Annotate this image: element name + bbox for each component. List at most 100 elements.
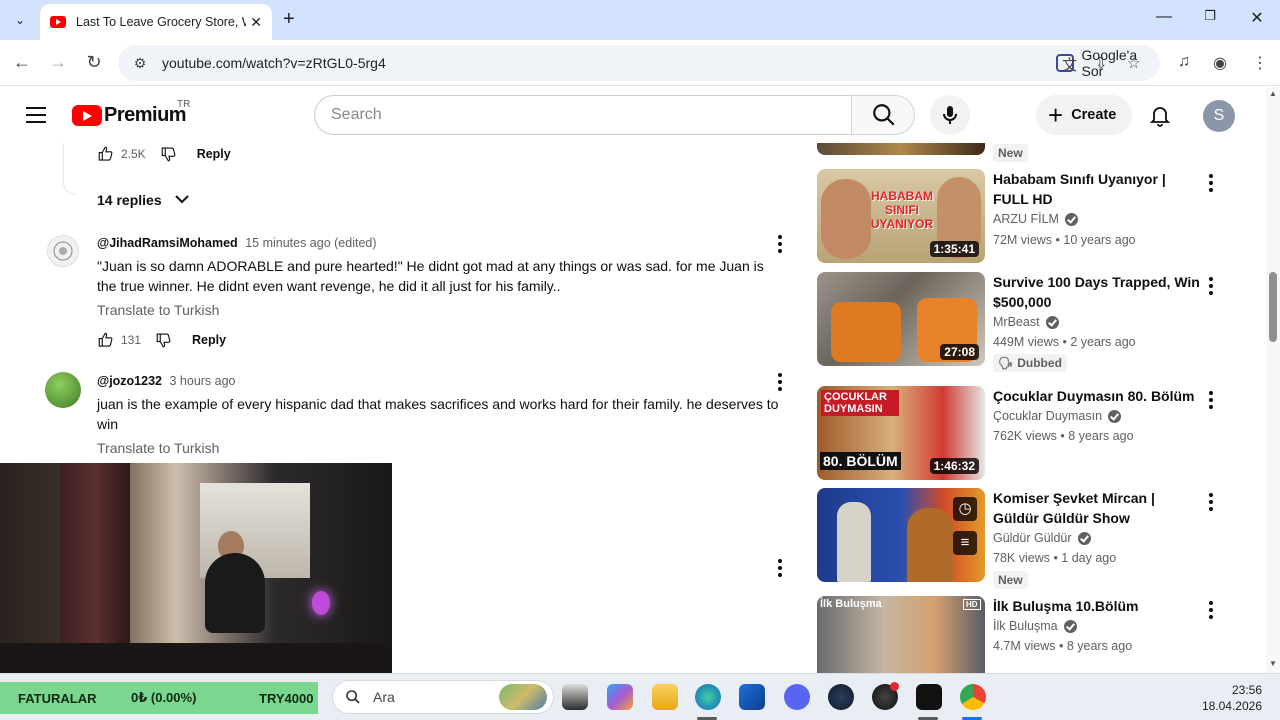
comment-more-icon[interactable]	[778, 235, 784, 256]
video-thumbnail[interactable]: ◷ ≡	[817, 488, 985, 582]
minimize-button[interactable]: —	[1152, 8, 1176, 32]
dubbed-label: Dubbed	[1017, 356, 1062, 370]
video-channel[interactable]: Çocuklar Duymasın	[993, 409, 1122, 423]
chrome-browser-icon[interactable]	[960, 684, 986, 710]
comment-author[interactable]: @JihadRamsiMohamed	[97, 236, 238, 250]
create-button[interactable]: + Create	[1036, 95, 1132, 135]
reply-button[interactable]: Reply	[197, 147, 231, 161]
file-explorer-icon[interactable]	[652, 684, 678, 710]
video-title[interactable]: Çocuklar Duymasın 80. Bölüm	[993, 386, 1203, 406]
view-replies-button[interactable]: 14 replies	[97, 192, 190, 208]
like-icon[interactable]	[97, 331, 115, 349]
taskbar-clock[interactable]: 23:56 18.04.2026	[1196, 682, 1262, 714]
comment-more-icon[interactable]	[778, 559, 784, 580]
verified-check-icon	[1108, 409, 1122, 423]
video-more-icon[interactable]	[1209, 391, 1215, 412]
video-more-icon[interactable]	[1209, 493, 1215, 514]
translate-link[interactable]: Translate to Turkish	[97, 440, 219, 456]
chevron-down-icon	[174, 193, 190, 207]
comment-more-icon[interactable]	[778, 373, 784, 394]
profile-icon[interactable]: ◉	[1213, 53, 1227, 73]
plus-icon: +	[1048, 100, 1064, 130]
search-button[interactable]	[851, 95, 915, 135]
browser-menu-icon[interactable]: ⋮	[1252, 53, 1268, 73]
comment-time[interactable]: 15 minutes ago (edited)	[245, 236, 376, 250]
video-more-icon[interactable]	[1209, 277, 1215, 298]
install-app-icon[interactable]: ⇩	[1095, 54, 1108, 72]
notifications-bell-icon[interactable]	[1148, 103, 1172, 127]
launcher-app-icon[interactable]	[916, 684, 942, 710]
browser-tab-active[interactable]: Last To Leave Grocery Store, Wi ✕	[40, 4, 272, 40]
account-avatar[interactable]: S	[1203, 100, 1235, 132]
video-meta: 78K views • 1 day ago	[993, 551, 1117, 565]
back-arrow-icon[interactable]: ←	[11, 52, 33, 73]
video-title[interactable]: Komiser Şevket Mircan | Güldür Güldür Sh…	[993, 488, 1203, 528]
m365-app-icon[interactable]	[607, 684, 633, 710]
scrollbar-thumb[interactable]	[1269, 272, 1277, 342]
stock-ticker-widget[interactable]: FATURALAR 0₺ (0.00%) TRY4000	[0, 682, 318, 714]
tab-close-icon[interactable]: ✕	[250, 14, 262, 31]
commenter-avatar[interactable]	[45, 372, 81, 408]
hamburger-menu-icon[interactable]	[26, 107, 46, 128]
thumb-title-text: HABABAM SINIFI UYANIYOR	[870, 189, 934, 231]
new-tab-button[interactable]: +	[283, 8, 295, 31]
bookmark-star-icon[interactable]: ☆	[1127, 54, 1140, 72]
video-title[interactable]: Hababam Sınıfı Uyanıyor | FULL HD	[993, 169, 1203, 209]
video-channel[interactable]: İlk Buluşma	[993, 619, 1077, 633]
video-thumbnail[interactable]	[817, 143, 985, 155]
site-info-icon[interactable]: ⚙	[126, 55, 154, 72]
translate-icon[interactable]: 文	[1062, 54, 1077, 75]
video-thumbnail[interactable]: 27:08	[817, 272, 985, 366]
search-input[interactable]: Search	[314, 95, 852, 135]
commenter-avatar[interactable]	[47, 235, 79, 267]
video-thumbnail[interactable]: ÇOCUKLAR DUYMASIN 80. BÖLÜM 1:46:32	[817, 386, 985, 480]
scroll-up-icon[interactable]: ▲	[1269, 89, 1277, 98]
search-icon	[873, 104, 895, 126]
voice-search-button[interactable]	[930, 95, 970, 135]
edge-browser-icon[interactable]	[695, 684, 721, 710]
video-more-icon[interactable]	[1209, 601, 1215, 622]
video-more-icon[interactable]	[1209, 174, 1215, 195]
like-icon[interactable]	[97, 145, 115, 163]
emblem-icon	[53, 241, 73, 261]
discord-icon[interactable]	[784, 684, 810, 710]
video-thumbnail[interactable]: HABABAM SINIFI UYANIYOR 1:35:41	[817, 169, 985, 263]
video-channel[interactable]: ARZU FİLM	[993, 212, 1078, 226]
dubbed-badge: 🗣 Dubbed	[993, 354, 1067, 372]
video-channel[interactable]: MrBeast	[993, 315, 1059, 329]
comment-time[interactable]: 3 hours ago	[169, 374, 235, 388]
dislike-icon[interactable]	[160, 145, 178, 163]
reply-button[interactable]: Reply	[192, 333, 226, 347]
url-text[interactable]: youtube.com/watch?v=zRtGL0-5rg4	[162, 55, 386, 71]
scroll-down-icon[interactable]: ▼	[1269, 659, 1277, 668]
watch-later-icon[interactable]: ◷	[953, 497, 977, 521]
store-app-icon[interactable]	[739, 684, 765, 710]
premium-logo-text[interactable]: Premium	[104, 104, 187, 127]
media-control-icon[interactable]: ♫	[1178, 53, 1190, 71]
video-title[interactable]: Survive 100 Days Trapped, Win $500,000	[993, 272, 1203, 312]
reload-icon[interactable]: ↻	[83, 52, 105, 73]
omnibox[interactable]: ⚙ youtube.com/watch?v=zRtGL0-5rg4 Google…	[118, 45, 1160, 81]
window-close-button[interactable]: ✕	[1245, 8, 1269, 32]
verified-check-icon	[1045, 315, 1059, 329]
taskbar-search-box[interactable]: Ara	[332, 680, 554, 714]
forward-arrow-icon[interactable]: →	[47, 52, 69, 73]
youtube-logo-icon[interactable]	[72, 105, 102, 126]
video-title[interactable]: İlk Buluşma 10.Bölüm	[993, 596, 1203, 616]
steam-icon[interactable]	[828, 684, 854, 710]
dislike-icon[interactable]	[155, 331, 173, 349]
terminal-app-icon[interactable]	[562, 684, 588, 710]
tab-title: Last To Leave Grocery Store, Wi	[76, 15, 246, 29]
page-scrollbar[interactable]: ▲ ▼	[1266, 87, 1280, 673]
video-meta: 4.7M views • 8 years ago	[993, 639, 1133, 653]
comment-author[interactable]: @jozo1232	[97, 374, 162, 388]
video-meta: 449M views • 2 years ago	[993, 335, 1136, 349]
video-thumbnail[interactable]: İlk Buluşma HD	[817, 596, 985, 673]
translate-link[interactable]: Translate to Turkish	[97, 302, 219, 318]
video-channel[interactable]: Güldür Güldür	[993, 531, 1091, 545]
restore-button[interactable]: ❐	[1198, 8, 1222, 32]
add-to-queue-icon[interactable]: ≡	[953, 531, 977, 555]
ticker-value: 0₺ (0.00%)	[131, 690, 197, 705]
like-count: 131	[121, 333, 142, 347]
tab-search-button[interactable]: ⌄	[8, 8, 32, 32]
